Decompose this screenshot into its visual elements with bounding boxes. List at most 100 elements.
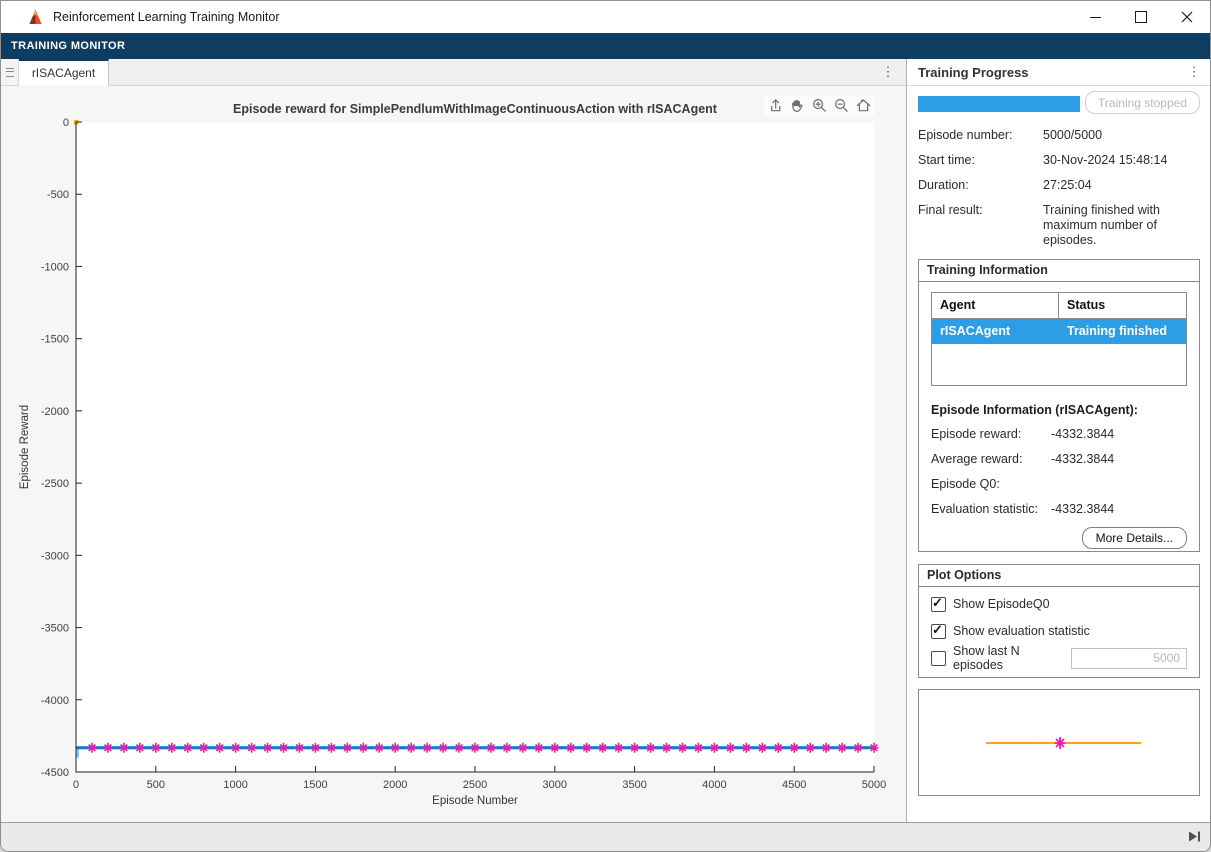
svg-text:-2000: -2000 bbox=[41, 406, 69, 418]
svg-text:-3000: -3000 bbox=[41, 550, 69, 562]
plot-preview bbox=[918, 689, 1200, 796]
plot-background bbox=[76, 122, 874, 772]
ribbon-label: TRAINING MONITOR bbox=[11, 40, 126, 52]
svg-text:-2500: -2500 bbox=[41, 478, 69, 490]
svg-text:-3500: -3500 bbox=[41, 623, 69, 635]
episode-information-rows: Episode reward: -4332.3844 Average reward:… bbox=[931, 427, 1187, 517]
progress-row: Training stopped bbox=[918, 91, 1200, 115]
tab-rlsacagent[interactable]: rISACAgent bbox=[19, 59, 109, 86]
status-cell: Training finished bbox=[1067, 324, 1168, 338]
training-progress-header: Training Progress ⋮ bbox=[907, 59, 1210, 86]
episode-info-row: Episode Q0: bbox=[931, 477, 1187, 492]
table-empty-area bbox=[932, 344, 1186, 385]
more-details-button[interactable]: More Details... bbox=[1081, 527, 1187, 549]
matlab-logo-icon bbox=[27, 9, 44, 25]
tab-label: rISACAgent bbox=[31, 66, 96, 80]
info-label: Evaluation statistic: bbox=[931, 502, 1038, 516]
info-label: Start time: bbox=[918, 153, 975, 167]
svg-text:4500: 4500 bbox=[782, 779, 806, 791]
svg-text:1000: 1000 bbox=[223, 779, 247, 791]
close-button[interactable] bbox=[1164, 1, 1210, 33]
close-icon bbox=[1181, 11, 1193, 23]
episode-info-row: Episode reward: -4332.3844 bbox=[931, 427, 1187, 442]
svg-text:3500: 3500 bbox=[622, 779, 646, 791]
training-progress-title: Training Progress bbox=[918, 64, 1029, 80]
svg-text:-4500: -4500 bbox=[41, 767, 69, 779]
table-column-header: Agent bbox=[932, 293, 1059, 318]
info-value: -4332.3844 bbox=[1051, 502, 1115, 516]
panel-grip-icon[interactable] bbox=[1, 59, 19, 85]
info-label: Duration: bbox=[918, 178, 969, 192]
svg-text:2000: 2000 bbox=[383, 779, 407, 791]
expand-panel-icon[interactable] bbox=[1188, 830, 1201, 848]
svg-text:-4000: -4000 bbox=[41, 695, 69, 707]
training-progress-bar bbox=[918, 96, 1080, 112]
training-progress-info: Episode number: 5000/5000 Start time: 30-No… bbox=[918, 128, 1200, 258]
info-value: Training finished with maximum number of… bbox=[1043, 203, 1160, 247]
tab-bar-spacer bbox=[109, 59, 878, 85]
episode-info-row: Average reward: -4332.3844 bbox=[931, 452, 1187, 467]
info-label: Episode number: bbox=[918, 128, 1013, 142]
option-label: Show EpisodeQ0 bbox=[953, 597, 1050, 611]
preview-asterisk-marker bbox=[1054, 737, 1066, 749]
info-value: -4332.3844 bbox=[1051, 452, 1115, 466]
last-n-episodes-input[interactable] bbox=[1071, 647, 1187, 669]
minimize-button[interactable] bbox=[1072, 1, 1118, 33]
svg-text:-500: -500 bbox=[47, 189, 69, 201]
plot-options-section: Plot Options Show EpisodeQ0 Show evaluati… bbox=[918, 564, 1200, 678]
svg-text:3000: 3000 bbox=[543, 779, 567, 791]
ribbon-tab-training-monitor[interactable]: TRAINING MONITOR bbox=[1, 33, 1210, 59]
plot-options-title: Plot Options bbox=[919, 565, 1199, 587]
maximize-button[interactable] bbox=[1118, 1, 1164, 33]
info-label: Final result: bbox=[918, 203, 983, 217]
table-row[interactable]: rISACAgent Training finished bbox=[932, 319, 1186, 344]
training-information-section: Training Information Agent Status rISACAg… bbox=[918, 259, 1200, 552]
svg-text:2500: 2500 bbox=[463, 779, 487, 791]
info-label: Average reward: bbox=[931, 452, 1023, 466]
app-window: Reinforcement Learning Training Monitor … bbox=[0, 0, 1211, 852]
training-progress-menu-icon[interactable]: ⋮ bbox=[1184, 64, 1204, 80]
document-area: rISACAgent ⋮ Episode reward for SimplePe… bbox=[1, 59, 907, 823]
grip-lines-icon bbox=[5, 67, 14, 77]
title-bar: Reinforcement Learning Training Monitor bbox=[1, 1, 1210, 33]
window-controls bbox=[1072, 1, 1210, 33]
agent-cell: rISACAgent bbox=[940, 324, 1011, 338]
training-stopped-button[interactable]: Training stopped bbox=[1085, 91, 1200, 114]
info-value: -4332.3844 bbox=[1051, 427, 1115, 441]
info-value bbox=[1051, 477, 1187, 492]
checkbox-icon[interactable] bbox=[931, 595, 946, 612]
svg-text:-1000: -1000 bbox=[41, 261, 69, 273]
info-label: Episode reward: bbox=[931, 427, 1022, 441]
y-axis-label: Episode Reward bbox=[19, 405, 31, 489]
svg-text:-1500: -1500 bbox=[41, 334, 69, 346]
info-value: 30-Nov-2024 15:48:14 bbox=[1043, 153, 1168, 167]
info-value: 5000/5000 bbox=[1043, 128, 1103, 142]
checkbox-icon[interactable] bbox=[931, 622, 946, 639]
svg-text:500: 500 bbox=[147, 779, 165, 791]
option-label: Show last N episodes bbox=[953, 644, 1020, 672]
table-column-header: Status bbox=[1067, 298, 1106, 312]
tab-overflow-menu-icon[interactable]: ⋮ bbox=[878, 59, 898, 85]
document-tab-bar: rISACAgent ⋮ bbox=[1, 59, 906, 86]
progress-bar-fill bbox=[918, 96, 1080, 112]
training-information-title: Training Information bbox=[919, 260, 1199, 282]
plot-option-row: Show evaluation statistic bbox=[931, 622, 1187, 640]
info-value: 27:25:04 bbox=[1043, 178, 1092, 192]
x-axis-label: Episode Number bbox=[432, 795, 518, 807]
plot-option-row: Show last N episodes bbox=[931, 644, 1187, 672]
svg-text:5000: 5000 bbox=[862, 779, 886, 791]
progress-info-row: Duration: 27:25:04 bbox=[918, 178, 1200, 193]
episode-reward-plot[interactable]: 0 500 1000 1500 2000 2500 3000 3500 4000 4500 5000… bbox=[1, 86, 907, 826]
checkbox-icon[interactable] bbox=[931, 650, 946, 666]
evaluation-marker-preview bbox=[986, 737, 1141, 749]
svg-text:4000: 4000 bbox=[702, 779, 726, 791]
svg-text:0: 0 bbox=[63, 117, 69, 129]
episode-info-row: Evaluation statistic: -4332.3844 bbox=[931, 502, 1187, 517]
option-label: Show evaluation statistic bbox=[953, 624, 1090, 638]
minimize-icon bbox=[1089, 16, 1101, 18]
agent-status-table: Agent Status rISACAgent Training finished bbox=[931, 292, 1187, 386]
progress-info-row: Start time: 30-Nov-2024 15:48:14 bbox=[918, 153, 1200, 168]
svg-text:1500: 1500 bbox=[303, 779, 327, 791]
maximize-icon bbox=[1135, 11, 1147, 23]
info-label: Episode Q0: bbox=[931, 477, 1000, 491]
